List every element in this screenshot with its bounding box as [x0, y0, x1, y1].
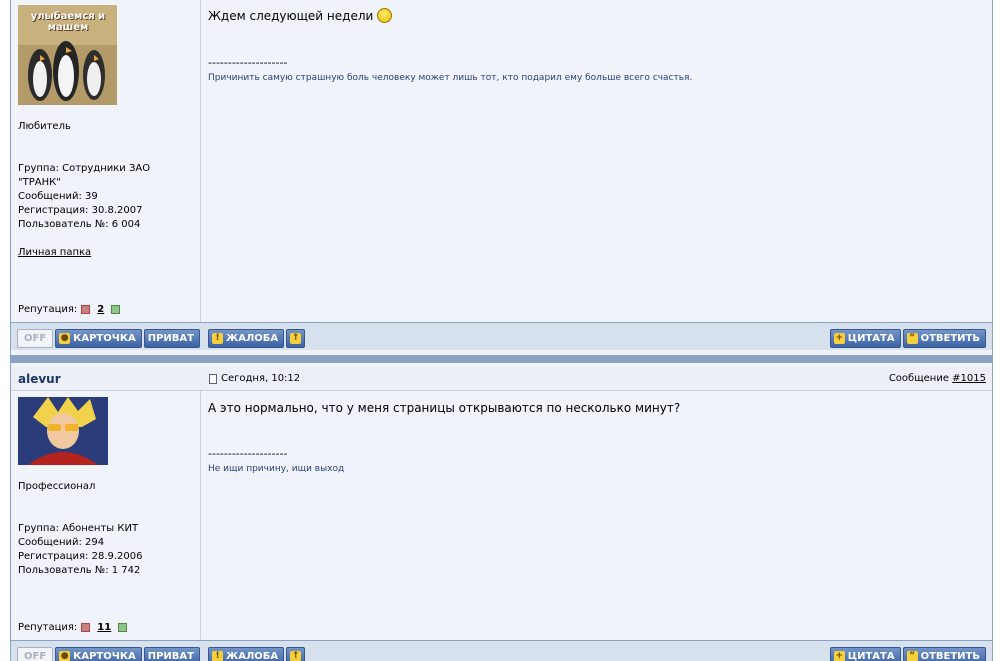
- online-status-badge: OFF: [17, 329, 54, 348]
- plus-icon: +: [833, 651, 845, 661]
- report-label: ЖАЛОБА: [226, 651, 279, 661]
- reputation-label: Репутация:: [18, 622, 78, 633]
- reputation-minus-icon[interactable]: [81, 305, 91, 314]
- user-rank: Профессионал: [18, 481, 96, 492]
- document-icon: [209, 373, 217, 384]
- user-icon: ●: [59, 333, 71, 344]
- message-number: Сообщение #1015: [889, 373, 986, 384]
- signature-text: Не ищи причину, ищи выход: [208, 464, 345, 474]
- author-name[interactable]: alevur: [18, 372, 61, 386]
- quote-marks-icon: ”: [906, 333, 918, 344]
- reply-button[interactable]: ” ОТВЕТИТЬ: [902, 647, 986, 661]
- report-button[interactable]: ! ЖАЛОБА: [208, 329, 285, 348]
- reputation-minus-icon[interactable]: [81, 623, 91, 632]
- reputation-label: Репутация:: [18, 304, 78, 315]
- arrow-up-icon: ↑: [290, 651, 302, 661]
- reputation: Репутация: 11: [18, 622, 128, 633]
- online-status-badge: OFF: [17, 647, 54, 661]
- quote-button[interactable]: + ЦИТАТА: [829, 329, 901, 348]
- post: улыбаемся и машем Любитель Группа: Сотру…: [11, 0, 992, 322]
- user-icon: ●: [59, 651, 71, 661]
- exclamation-icon: !: [212, 651, 223, 661]
- post-date-text: Сегодня, 10:12: [221, 373, 301, 384]
- post-author-panel: улыбаемся и машем Любитель Группа: Сотру…: [11, 0, 201, 322]
- quote-label: ЦИТАТА: [847, 651, 895, 661]
- post-action-bar: OFF ● КАРТОЧКА ПРИВАТ ! ЖАЛОБА ↑ + ЦИТАТА ”…: [11, 322, 992, 350]
- user-group: Группа: Сотрудники ЗАО "ТРАНК": [18, 163, 151, 188]
- user-registered: Регистрация: 30.8.2007: [18, 205, 143, 216]
- post-message: Ждем следующей недели: [208, 8, 393, 23]
- scroll-top-button[interactable]: ↑: [286, 647, 306, 661]
- quote-button[interactable]: + ЦИТАТА: [829, 647, 901, 661]
- forum-thread: улыбаемся и машем Любитель Группа: Сотру…: [10, 0, 993, 661]
- personal-folder: Личная папка: [18, 246, 91, 260]
- exclamation-icon: !: [212, 333, 223, 344]
- post-body: А это нормально, что у меня страницы отк…: [202, 391, 992, 640]
- profile-card-label: КАРТОЧКА: [73, 651, 136, 661]
- post-header: alevur Сегодня, 10:12 Сообщение #1015: [11, 367, 992, 391]
- signature-text: Причинить самую страшную боль человеку м…: [208, 73, 693, 83]
- plus-icon: +: [833, 333, 845, 344]
- post-message-text: Ждем следующей недели: [208, 9, 374, 23]
- quote-marks-icon: ”: [906, 651, 918, 661]
- arrow-up-icon: ↑: [290, 333, 302, 344]
- smile-emoticon-icon: [377, 8, 393, 23]
- user-posts: Сообщений: 39: [18, 191, 98, 202]
- user-posts: Сообщений: 294: [18, 537, 105, 548]
- post-message-text: А это нормально, что у меня страницы отк…: [208, 401, 681, 415]
- profile-card-button[interactable]: ● КАРТОЧКА: [55, 329, 142, 348]
- user-number: Пользователь №: 6 004: [18, 219, 141, 230]
- user-rank: Любитель: [18, 121, 71, 132]
- signature-separator: --------------------: [208, 56, 288, 69]
- profile-card-label: КАРТОЧКА: [73, 333, 136, 344]
- post-author-panel: Профессионал Группа: Абоненты КИТ Сообще…: [11, 391, 201, 640]
- reputation-plus-icon[interactable]: [118, 623, 128, 632]
- personal-folder-link[interactable]: Личная папка: [18, 247, 91, 258]
- avatar[interactable]: [18, 397, 108, 465]
- signature-separator: --------------------: [208, 447, 288, 460]
- message-number-label: Сообщение: [888, 373, 949, 384]
- reply-label: ОТВЕТИТЬ: [920, 333, 980, 344]
- user-group: Группа: Абоненты КИТ: [18, 523, 139, 534]
- user-registered: Регистрация: 28.9.2006: [18, 551, 143, 562]
- profile-card-button[interactable]: ● КАРТОЧКА: [55, 647, 142, 661]
- report-label: ЖАЛОБА: [226, 333, 279, 344]
- avatar-caption: улыбаемся и машем: [30, 11, 106, 33]
- post-date: Сегодня, 10:12: [209, 373, 300, 384]
- post-action-bar: OFF ● КАРТОЧКА ПРИВАТ ! ЖАЛОБА ↑ + ЦИТАТА ”…: [11, 640, 992, 661]
- post-body: Ждем следующей недели ------------------…: [202, 0, 992, 322]
- reply-label: ОТВЕТИТЬ: [920, 651, 980, 661]
- user-number: Пользователь №: 1 742: [18, 565, 141, 576]
- private-message-button[interactable]: ПРИВАТ: [143, 647, 200, 661]
- scroll-top-button[interactable]: ↑: [286, 329, 306, 348]
- private-message-label: ПРИВАТ: [147, 333, 194, 344]
- private-message-button[interactable]: ПРИВАТ: [143, 329, 200, 348]
- report-button[interactable]: ! ЖАЛОБА: [208, 647, 285, 661]
- reputation-value[interactable]: 11: [97, 622, 111, 633]
- post: Профессионал Группа: Абоненты КИТ Сообще…: [11, 391, 992, 640]
- avatar[interactable]: улыбаемся и машем: [18, 5, 117, 105]
- post-divider: [11, 355, 992, 363]
- message-number-link[interactable]: #1015: [952, 373, 986, 384]
- quote-label: ЦИТАТА: [847, 333, 895, 344]
- reputation-value[interactable]: 2: [97, 304, 104, 315]
- private-message-label: ПРИВАТ: [147, 651, 194, 661]
- reputation: Репутация: 2: [18, 304, 121, 315]
- reputation-plus-icon[interactable]: [111, 305, 121, 314]
- reply-button[interactable]: ” ОТВЕТИТЬ: [902, 329, 986, 348]
